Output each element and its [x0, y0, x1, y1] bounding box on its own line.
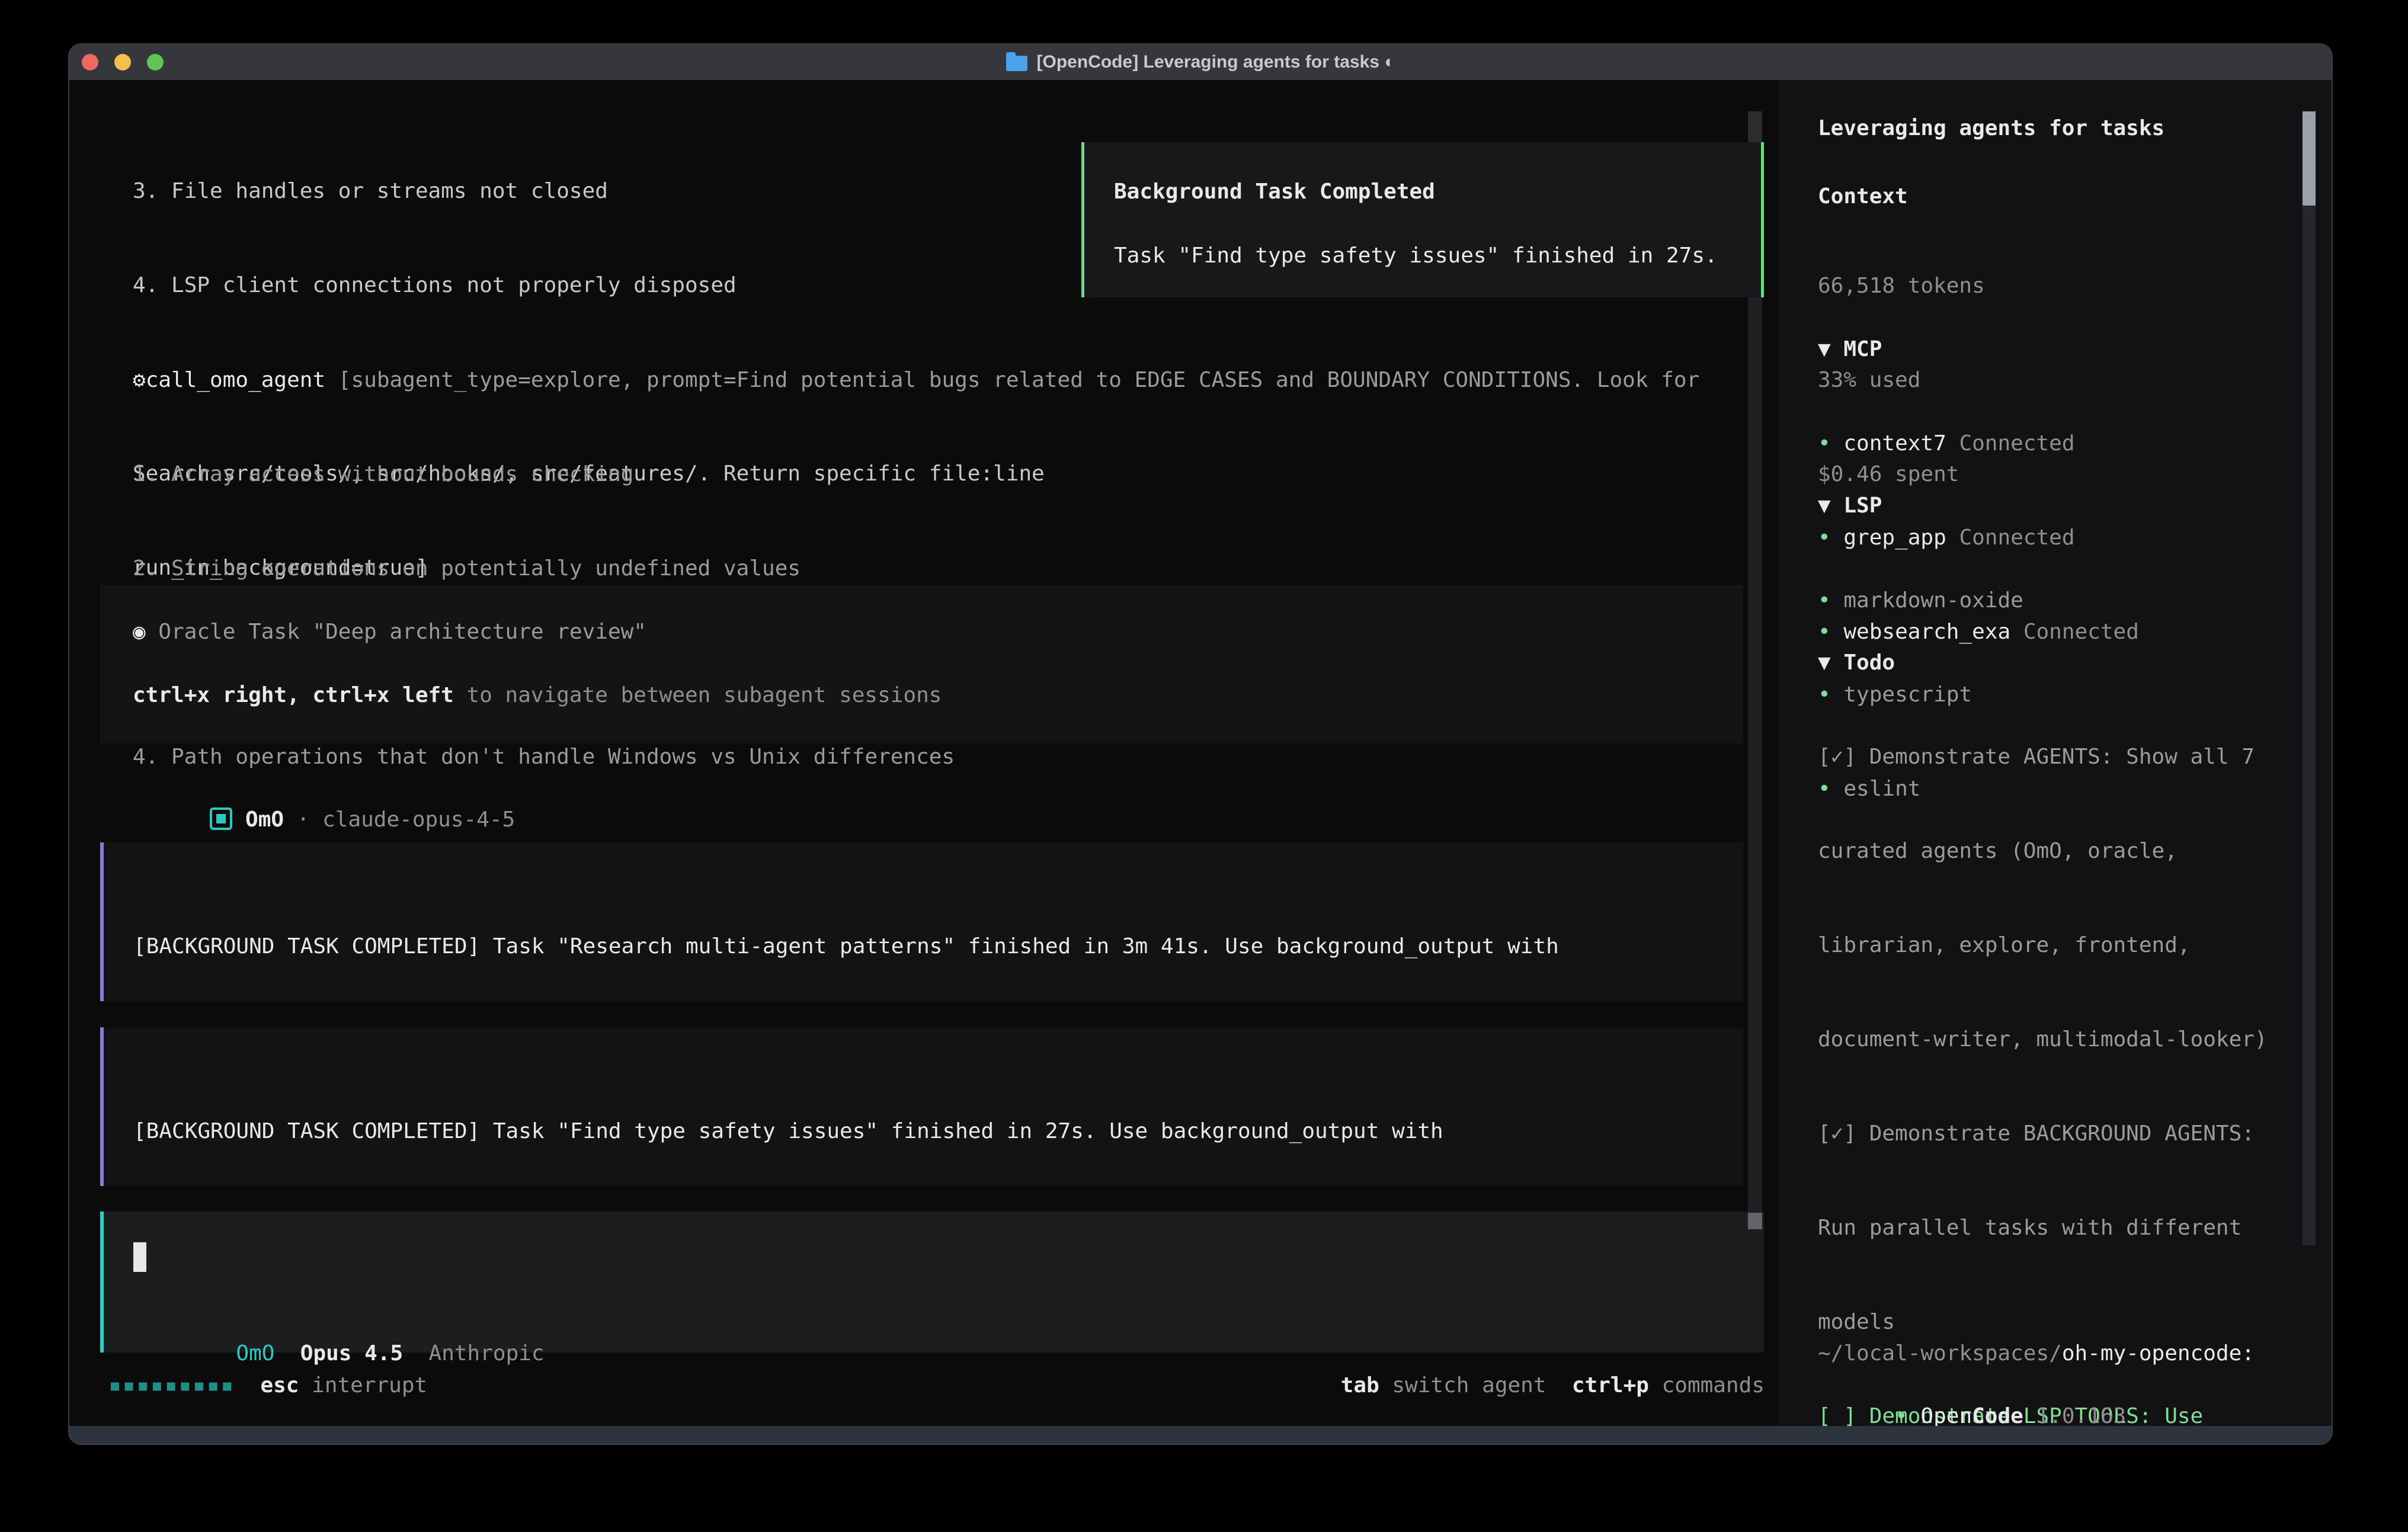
ctrlp-key-hint: ctrl+p — [1572, 1373, 1649, 1398]
agent-omo-icon — [210, 807, 232, 830]
mcp-section-heading[interactable]: ▼ MCP — [1818, 334, 1882, 365]
titlebar: [OpenCode] Leveraging agents for tasks ◐ — [69, 44, 2332, 81]
input-provider-label: Anthropic — [429, 1341, 545, 1366]
agent-separator: · — [284, 807, 322, 832]
status-bar: ▪▪▪▪▪▪▪▪▪ esc interrupt tab switch agent… — [69, 1370, 1779, 1401]
close-window-button[interactable] — [82, 54, 98, 70]
background-task-notification: Background Task Completed Task "Find typ… — [1081, 142, 1764, 297]
terminal-main-area: 3. File handles or streams not closed 4.… — [69, 80, 1779, 1428]
zoom-window-button[interactable] — [147, 54, 164, 70]
background-task-message: [BACKGROUND TASK COMPLETED] Task "Resear… — [100, 842, 1743, 1001]
esc-key-hint: esc — [260, 1373, 299, 1398]
folder-icon — [1006, 56, 1027, 71]
lsp-section-heading[interactable]: ▼ LSP — [1818, 490, 1882, 521]
bullet-icon: • — [1818, 431, 1831, 456]
agent-model: claude-opus-4-5 — [322, 807, 515, 832]
oracle-task-box: ◉ Oracle Task "Deep architecture review"… — [100, 585, 1743, 743]
session-title: Leveraging agents for tasks — [1818, 113, 2164, 144]
keybind-hint-label: to navigate between subagent sessions — [454, 683, 942, 707]
notification-title: Background Task Completed — [1114, 176, 1435, 207]
sidebar-scrollbar-thumb[interactable] — [2303, 111, 2316, 206]
bullet-icon: • — [1818, 588, 1831, 613]
record-icon: ◉ — [133, 620, 146, 644]
window-bottom-edge — [69, 1426, 2332, 1445]
input-agent-label[interactable]: OmO — [236, 1341, 274, 1366]
notification-body: Task "Find type safety issues" finished … — [1114, 240, 1718, 271]
prompt-input[interactable]: OmO Opus 4.5 Anthropic — [100, 1212, 1764, 1352]
text-cursor — [133, 1242, 146, 1272]
opencode-window: [OpenCode] Leveraging agents for tasks ◐… — [68, 43, 2333, 1445]
context-tokens: 66,518 tokens — [1818, 270, 1985, 302]
main-scrollbar-thumb[interactable] — [1748, 1213, 1762, 1229]
tool-call-name: call_omo_agent — [146, 368, 325, 392]
background-task-message: [BACKGROUND TASK COMPLETED] Task "Find t… — [100, 1027, 1743, 1186]
keybind-hint: ctrl+x right, ctrl+x left — [133, 683, 454, 707]
agent-name: OmO — [245, 807, 284, 832]
minimize-window-button[interactable] — [114, 54, 131, 70]
gear-icon: ⚙ — [133, 368, 146, 392]
todo-item-done: [✓] Demonstrate BACKGROUND AGENTS: — [1818, 1118, 2293, 1149]
session-sidebar: Leveraging agents for tasks Context 66,5… — [1779, 80, 2333, 1428]
bullet-icon: • — [1895, 1404, 1908, 1428]
todo-section-heading[interactable]: ▼ Todo — [1818, 647, 1895, 678]
version-number: 1.0.163 — [2023, 1404, 2126, 1428]
window-title: [OpenCode] Leveraging agents for tasks ◐ — [1037, 52, 1395, 73]
spinner-dots-icon: ▪▪▪▪▪▪▪▪▪ — [108, 1373, 235, 1398]
sidebar-scrollbar[interactable] — [2303, 111, 2316, 1245]
todo-item-done: [✓] Demonstrate AGENTS: Show all 7 — [1818, 741, 2293, 773]
oracle-task-title: Oracle Task "Deep architecture review" — [146, 620, 646, 644]
input-model-label[interactable]: Opus 4.5 — [300, 1341, 403, 1366]
tool-call-args: [subagent_type=explore, prompt=Find pote… — [325, 368, 1699, 392]
tab-key-hint: tab — [1341, 1373, 1379, 1398]
main-scrollbar-cap — [1748, 111, 1762, 142]
